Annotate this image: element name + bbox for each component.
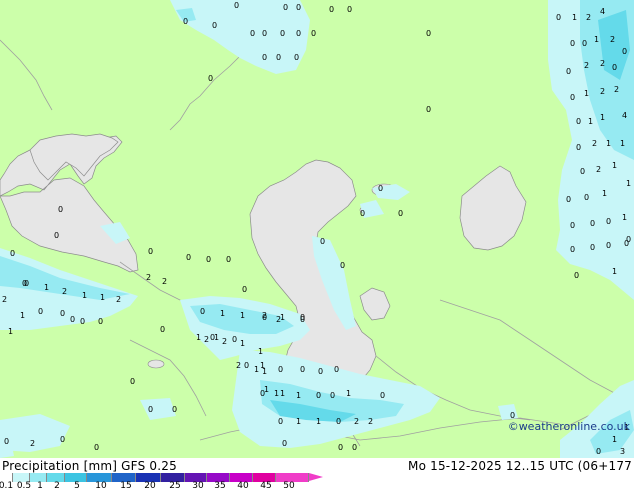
legend-tick-label: 50 bbox=[283, 481, 295, 490]
legend-tick-label: 0.5 bbox=[16, 481, 32, 490]
legend-tick-label: 25 bbox=[169, 481, 181, 490]
precipitation-map: 0000000000000000001240012002200122011402… bbox=[0, 0, 634, 458]
legend-tick-label: 35 bbox=[214, 481, 226, 490]
lake-van bbox=[147, 359, 165, 369]
legend-tick-label: 40 bbox=[237, 481, 249, 490]
map-title: Precipitation [mm] GFS 0.25 bbox=[2, 459, 177, 473]
legend-tick-label: 20 bbox=[144, 481, 156, 490]
legend-arrow bbox=[309, 473, 323, 481]
map-canvas bbox=[0, 0, 634, 458]
legend-bar bbox=[2, 473, 323, 482]
legend-tick-label: 15 bbox=[120, 481, 132, 490]
legend-tick-label: 5 bbox=[74, 481, 80, 490]
legend-tick-label: 45 bbox=[260, 481, 272, 490]
footer: ©weatheronline.co.uk Precipitation [mm] … bbox=[0, 420, 634, 490]
legend-tick-label: 2 bbox=[54, 481, 60, 490]
legend-tick-label: 0.1 bbox=[0, 481, 14, 490]
forecast-time: Mo 15-12-2025 12..15 UTC (06+177 bbox=[408, 459, 632, 473]
legend-tick-label: 10 bbox=[95, 481, 107, 490]
legend-tick-label: 1 bbox=[37, 481, 43, 490]
credit-text: ©weatheronline.co.uk bbox=[507, 420, 630, 433]
legend-tick-label: 30 bbox=[192, 481, 204, 490]
